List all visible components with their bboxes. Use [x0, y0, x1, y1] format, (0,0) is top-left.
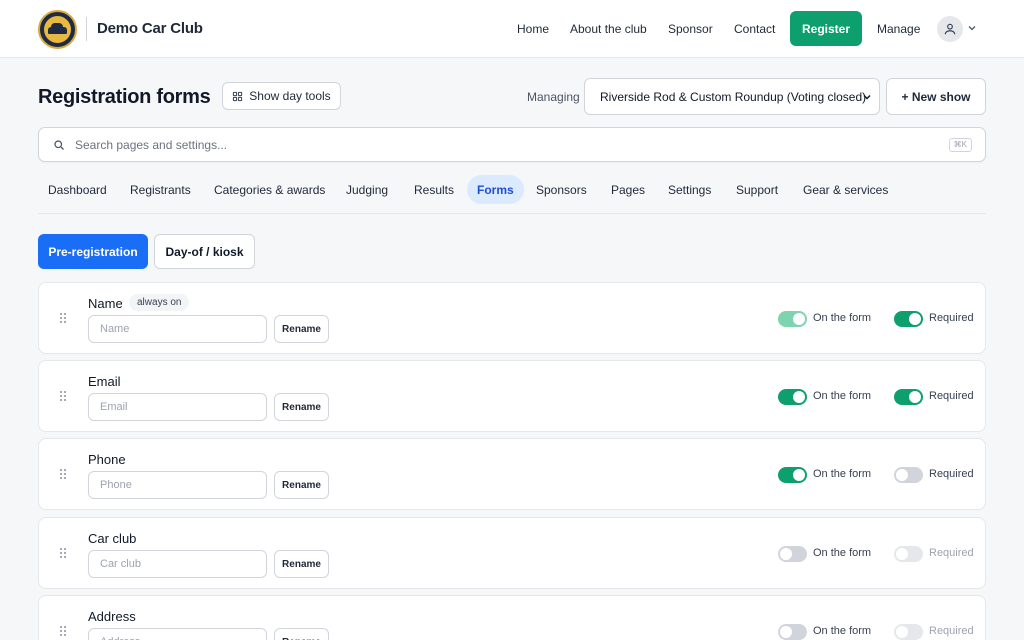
drag-handle-icon[interactable] — [59, 625, 67, 637]
nav-link-manage[interactable]: Manage — [877, 22, 920, 36]
search-input[interactable] — [75, 128, 935, 161]
tab-forms[interactable]: Forms — [467, 175, 524, 204]
tab-sponsors[interactable]: Sponsors — [526, 175, 597, 204]
field-name: Name — [88, 296, 123, 311]
show-day-tools-button[interactable]: Show day tools — [222, 82, 341, 110]
field-label-input[interactable] — [88, 315, 267, 343]
required-toggle — [894, 546, 923, 562]
day-of-kiosk-button[interactable]: Day-of / kiosk — [154, 234, 255, 269]
field-label-input[interactable] — [88, 550, 267, 578]
field-name: Address — [88, 609, 136, 624]
tab-gear-services[interactable]: Gear & services — [793, 175, 898, 204]
toggle-knob — [793, 313, 805, 325]
required-label: Required — [929, 625, 974, 637]
field-card-car-club: Car club Rename On the form Required — [38, 517, 986, 589]
grid-icon — [233, 91, 243, 101]
top-navigation-bar: Demo Car Club Home About the club Sponso… — [0, 0, 1024, 58]
page-title: Registration forms — [38, 86, 211, 108]
chevron-down-icon — [863, 94, 871, 100]
search-shortcut-badge: ⌘K — [948, 138, 972, 152]
rename-button[interactable]: Rename — [274, 315, 329, 343]
on-form-toggle[interactable] — [778, 624, 807, 640]
toggle-knob — [896, 626, 908, 638]
club-logo[interactable] — [38, 10, 77, 49]
on-form-label: On the form — [813, 547, 872, 559]
new-show-button[interactable]: + New show — [886, 78, 986, 115]
tab-dashboard[interactable]: Dashboard — [38, 175, 117, 204]
nav-link-sponsor[interactable]: Sponsor — [668, 22, 713, 36]
logo-car-body — [48, 27, 67, 34]
on-form-toggle[interactable] — [778, 546, 807, 562]
toggle-knob — [896, 548, 908, 560]
field-label-input[interactable] — [88, 393, 267, 421]
show-day-tools-label: Show day tools — [249, 89, 331, 103]
on-form-label: On the form — [813, 390, 872, 402]
tab-settings[interactable]: Settings — [658, 175, 721, 204]
field-label-input[interactable] — [88, 471, 267, 499]
field-name: Car club — [88, 531, 137, 546]
field-card-email: Email Rename On the form Required — [38, 360, 986, 432]
nav-link-about[interactable]: About the club — [570, 22, 647, 36]
toggle-knob — [780, 548, 792, 560]
rename-button[interactable]: Rename — [274, 550, 329, 578]
search-bar: ⌘K — [38, 127, 986, 162]
always-on-badge: always on — [129, 294, 190, 311]
rename-button[interactable]: Rename — [274, 628, 329, 640]
nav-link-contact[interactable]: Contact — [734, 22, 775, 36]
section-tabs: Dashboard Registrants Categories & award… — [38, 175, 986, 214]
toggle-knob — [909, 313, 921, 325]
toggle-knob — [896, 469, 908, 481]
required-label: Required — [929, 468, 974, 480]
on-form-label: On the form — [813, 312, 872, 324]
search-icon — [54, 140, 64, 150]
drag-handle-icon[interactable] — [59, 390, 67, 402]
toggle-knob — [793, 391, 805, 403]
tab-support[interactable]: Support — [726, 175, 788, 204]
rename-button[interactable]: Rename — [274, 471, 329, 499]
required-toggle[interactable] — [894, 389, 923, 405]
tab-categories-awards[interactable]: Categories & awards — [204, 175, 335, 204]
field-card-phone: Phone Rename On the form Required — [38, 438, 986, 510]
register-button[interactable]: Register — [790, 11, 862, 46]
field-name: Phone — [88, 452, 126, 467]
managing-label: Managing — [527, 90, 580, 104]
toggle-knob — [780, 626, 792, 638]
field-name: Email — [88, 374, 121, 389]
field-card-name: Name always on Rename On the form Requir… — [38, 282, 986, 354]
user-avatar[interactable] — [937, 16, 963, 42]
tab-results[interactable]: Results — [404, 175, 464, 204]
show-select[interactable]: Riverside Rod & Custom Roundup (Voting c… — [584, 78, 880, 115]
nav-link-home[interactable]: Home — [517, 22, 549, 36]
toggle-knob — [909, 391, 921, 403]
on-form-toggle[interactable] — [778, 389, 807, 405]
tab-judging[interactable]: Judging — [336, 175, 398, 204]
required-label: Required — [929, 312, 974, 324]
required-label: Required — [929, 547, 974, 559]
field-label-input[interactable] — [88, 628, 267, 640]
rename-button[interactable]: Rename — [274, 393, 329, 421]
on-form-toggle[interactable] — [778, 467, 807, 483]
user-icon — [944, 23, 956, 35]
chevron-down-icon[interactable] — [966, 22, 978, 34]
drag-handle-icon[interactable] — [59, 312, 67, 324]
on-form-toggle — [778, 311, 807, 327]
tab-registrants[interactable]: Registrants — [120, 175, 201, 204]
required-toggle[interactable] — [894, 311, 923, 327]
pre-registration-button[interactable]: Pre-registration — [38, 234, 148, 269]
required-toggle — [894, 624, 923, 640]
brand-name[interactable]: Demo Car Club — [97, 20, 203, 37]
drag-handle-icon[interactable] — [59, 547, 67, 559]
on-form-label: On the form — [813, 625, 872, 637]
drag-handle-icon[interactable] — [59, 468, 67, 480]
field-card-address: Address Rename On the form Required — [38, 595, 986, 640]
toggle-knob — [793, 469, 805, 481]
header-divider — [86, 17, 87, 41]
required-toggle[interactable] — [894, 467, 923, 483]
tab-pages[interactable]: Pages — [601, 175, 655, 204]
on-form-label: On the form — [813, 468, 872, 480]
required-label: Required — [929, 390, 974, 402]
selected-show: Riverside Rod & Custom Roundup (Voting c… — [600, 89, 867, 104]
